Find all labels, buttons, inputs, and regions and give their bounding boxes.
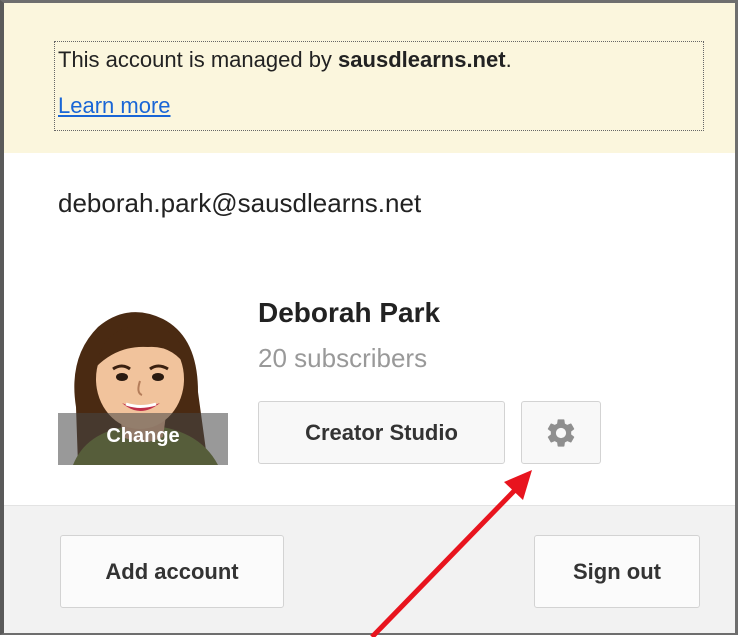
settings-button[interactable] [521, 401, 601, 464]
avatar[interactable]: Change [58, 297, 228, 465]
gear-icon [547, 418, 575, 447]
account-popup: This account is managed by sausdlearns.n… [0, 0, 738, 635]
creator-studio-button[interactable]: Creator Studio [258, 401, 505, 464]
notice-text: This account is managed by sausdlearns.n… [58, 47, 512, 72]
add-account-button[interactable]: Add account [60, 535, 284, 608]
notice-domain: sausdlearns.net [338, 47, 506, 72]
learn-more-link[interactable]: Learn more [58, 93, 171, 119]
change-avatar-button[interactable]: Change [58, 425, 228, 448]
managed-account-notice: This account is managed by sausdlearns.n… [4, 3, 735, 153]
account-email: deborah.park@sausdlearns.net [58, 188, 422, 218]
account-name: Deborah Park [258, 297, 441, 328]
sign-out-button[interactable]: Sign out [534, 535, 700, 608]
subscriber-count: 20 subscribers [258, 343, 428, 373]
